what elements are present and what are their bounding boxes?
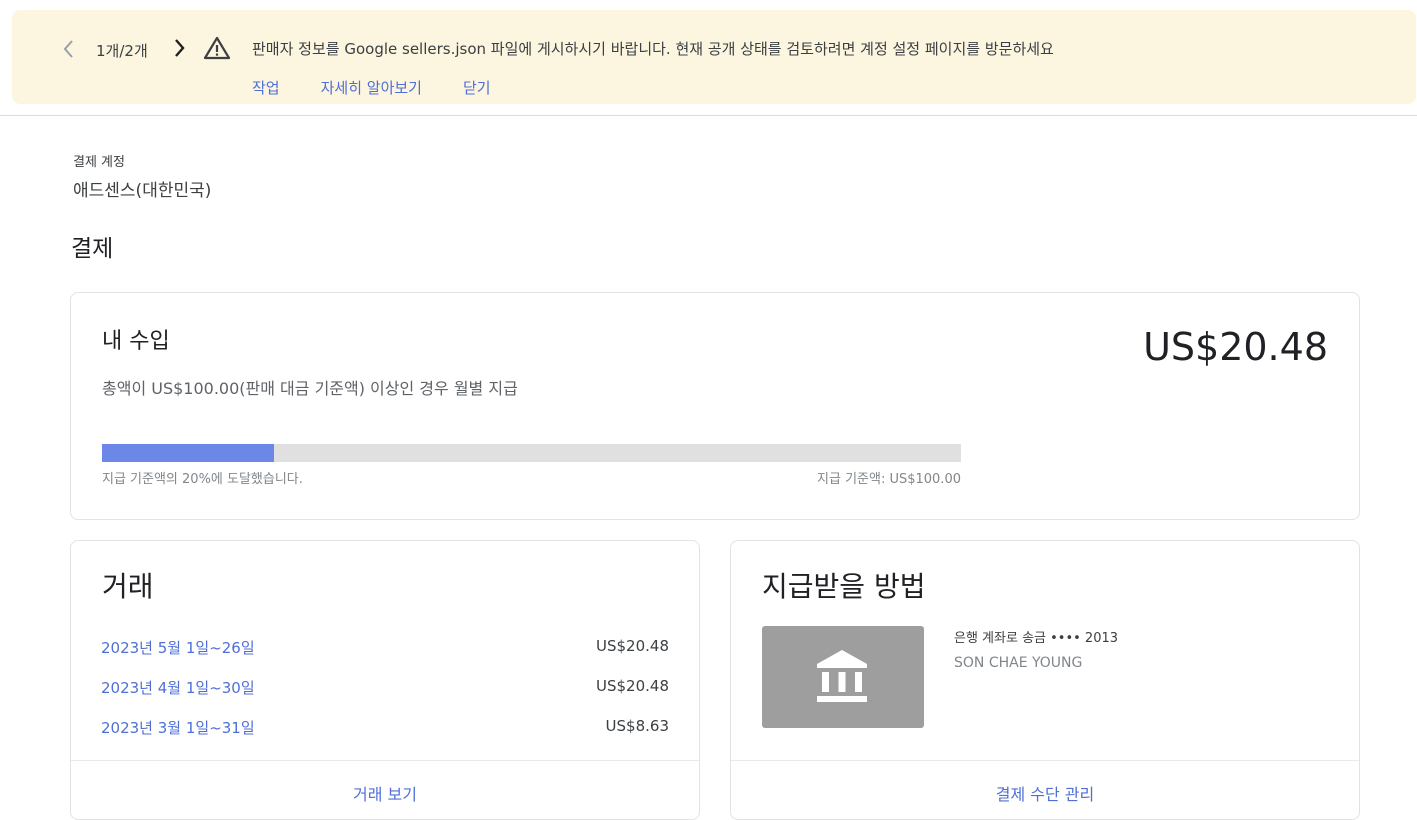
payment-account-name: 애드센스(대한민국) bbox=[73, 181, 212, 201]
transaction-amount: US$20.48 bbox=[596, 637, 669, 655]
transaction-period-link[interactable]: 2023년 3월 1일~31일 bbox=[101, 717, 255, 738]
payment-method-title: 지급받을 방법 bbox=[762, 570, 926, 603]
banner-action-dismiss[interactable]: 닫기 bbox=[463, 77, 491, 98]
page-title: 결제 bbox=[71, 236, 114, 262]
earnings-card: 내 수입 총액이 US$100.00(판매 대금 기준액) 이상인 경우 월별 … bbox=[70, 292, 1360, 520]
notification-banner: 1개/2개 판매자 정보를 Google sellers.json 파일에 게시… bbox=[12, 10, 1416, 104]
transaction-row: 2023년 5월 1일~26일 US$20.48 bbox=[101, 637, 669, 661]
bank-icon bbox=[817, 650, 867, 702]
chevron-left-icon[interactable] bbox=[62, 38, 80, 60]
manage-payment-methods-link[interactable]: 결제 수단 관리 bbox=[731, 781, 1359, 805]
banner-pager: 1개/2개 bbox=[96, 42, 148, 60]
warning-icon bbox=[203, 35, 231, 61]
banner-message: 판매자 정보를 Google sellers.json 파일에 게시하시기 바랍… bbox=[252, 40, 1054, 58]
payment-threshold-progress bbox=[102, 444, 961, 462]
card-footer-divider bbox=[71, 760, 699, 761]
chevron-right-icon[interactable] bbox=[172, 37, 190, 59]
payment-threshold-text: 지급 기준액: US$100.00 bbox=[817, 472, 961, 487]
bank-account-tile bbox=[762, 626, 924, 728]
banner-action-task[interactable]: 작업 bbox=[252, 77, 280, 98]
header-divider bbox=[0, 115, 1417, 116]
progress-fill bbox=[102, 444, 274, 462]
earnings-title: 내 수입 bbox=[102, 329, 170, 354]
banner-actions: 작업 자세히 알아보기 닫기 bbox=[252, 77, 532, 98]
transactions-card: 거래 2023년 5월 1일~26일 US$20.48 2023년 4월 1일~… bbox=[70, 540, 700, 820]
transaction-period-link[interactable]: 2023년 5월 1일~26일 bbox=[101, 637, 255, 658]
card-footer-divider bbox=[731, 760, 1359, 761]
account-holder-name: SON CHAE YOUNG bbox=[954, 655, 1083, 671]
payment-method-details: 은행 계좌로 송금 •••• 2013 bbox=[954, 631, 1119, 646]
transaction-period-link[interactable]: 2023년 4월 1일~30일 bbox=[101, 677, 255, 698]
transaction-row: 2023년 4월 1일~30일 US$20.48 bbox=[101, 677, 669, 701]
payment-method-card: 지급받을 방법 은행 계좌로 송금 •••• 2013 SON CHAE YOU… bbox=[730, 540, 1360, 820]
payment-account-label: 결제 계정 bbox=[73, 155, 125, 170]
transaction-amount: US$20.48 bbox=[596, 677, 669, 695]
banner-action-learn-more[interactable]: 자세히 알아보기 bbox=[321, 77, 422, 98]
view-transactions-link[interactable]: 거래 보기 bbox=[71, 781, 699, 805]
transactions-title: 거래 bbox=[102, 570, 154, 603]
transaction-row: 2023년 3월 1일~31일 US$8.63 bbox=[101, 717, 669, 741]
transaction-amount: US$8.63 bbox=[605, 717, 669, 735]
earnings-amount: US$20.48 bbox=[1143, 325, 1328, 369]
earnings-subtitle: 총액이 US$100.00(판매 대금 기준액) 이상인 경우 월별 지급 bbox=[102, 379, 518, 398]
